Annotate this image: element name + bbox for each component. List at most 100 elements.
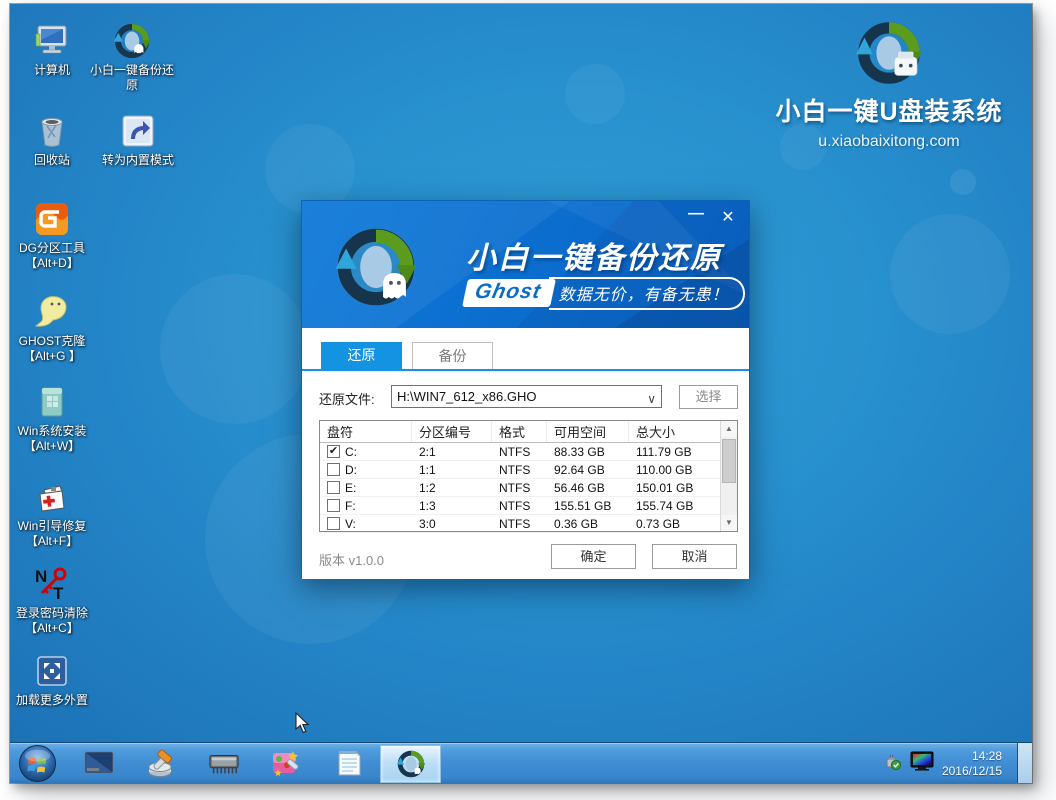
display-settings-icon[interactable] [83, 748, 115, 779]
partition-id: 1:3 [412, 499, 492, 513]
checkbox[interactable] [327, 463, 340, 476]
drive-letter: D: [345, 463, 357, 477]
desktop-icon-label: 登录密码清除【Alt+C】 [10, 606, 94, 636]
xiaobai-backup-icon [113, 22, 151, 60]
partition-table-grid: 盘符 分区编号 格式 可用空间 总大小 ✔C: 2:1 NTFS 88.33 G… [320, 421, 721, 533]
version-text: 版本 v1.0.0 [319, 550, 384, 569]
bokeh-circle [160, 274, 310, 424]
recycle-bin-icon [33, 112, 71, 150]
table-row[interactable]: V: 3:0 NTFS 0.36 GB 0.73 GB [320, 515, 721, 533]
chevron-down-icon[interactable]: ∨ [647, 389, 656, 408]
memory-chip-icon[interactable] [208, 748, 240, 779]
table-row[interactable]: F: 1:3 NTFS 155.51 GB 155.74 GB [320, 497, 721, 515]
desktop-icon-label: 转为内置模式 [90, 153, 186, 168]
checkbox[interactable] [327, 499, 340, 512]
close-icon[interactable]: ✕ [717, 207, 739, 229]
total-size: 0.73 GB [629, 517, 721, 531]
password-clear-icon: NT [33, 565, 71, 603]
dialog-banner: 小白一键备份还原 Ghost 数据无价，有备无患！ — ✕ [302, 201, 749, 328]
table-row[interactable]: ✔C: 2:1 NTFS 88.33 GB 111.79 GB [320, 443, 721, 461]
dialog-content: 还原 备份 还原文件: H:\WIN7_612_x86.GHO ∨ 选择 盘符 [302, 328, 749, 579]
col-header-partition[interactable]: 分区编号 [412, 421, 492, 442]
desktop-icon-label: Win系统安装【Alt+W】 [10, 424, 94, 454]
win-install-icon [33, 383, 71, 421]
drive-letter: E: [345, 481, 356, 495]
desktop-icon-label: 计算机 [10, 63, 94, 78]
free-space: 155.51 GB [547, 499, 629, 513]
desktop-icon-xiaobai-backup[interactable]: 小白一键备份还原 [90, 22, 174, 93]
desktop-icon-win-install[interactable]: Win系统安装【Alt+W】 [10, 383, 94, 454]
bokeh-circle [950, 169, 976, 195]
notepad-icon[interactable] [333, 748, 365, 779]
desktop-icon-recycle-bin[interactable]: 回收站 [10, 112, 94, 168]
table-row[interactable]: E: 1:2 NTFS 56.46 GB 150.01 GB [320, 479, 721, 497]
format: NTFS [492, 517, 547, 531]
desktop-icon-password-clear[interactable]: NT 登录密码清除【Alt+C】 [10, 565, 94, 636]
tab-backup[interactable]: 备份 [412, 342, 493, 369]
desktop-icon-computer[interactable]: 计算机 [10, 22, 94, 78]
desktop-icon-boot-repair[interactable]: Win引导修复【Alt+F】 [10, 478, 94, 549]
bokeh-circle [565, 64, 625, 124]
checkbox[interactable]: ✔ [327, 445, 340, 458]
mouse-cursor [295, 712, 310, 734]
xiaobai-usb-logo-icon [854, 18, 924, 88]
tab-restore[interactable]: 还原 [321, 342, 402, 369]
free-space: 56.46 GB [547, 481, 629, 495]
brand-block: 小白一键U盘装系统 u.xiaobaixitong.com [764, 18, 1014, 151]
checkbox[interactable] [327, 517, 340, 530]
brand-url: u.xiaobaixitong.com [764, 133, 1014, 151]
col-header-total[interactable]: 总大小 [629, 421, 721, 442]
clock-time: 14:28 [942, 749, 1002, 764]
desktop-background: 计算机 小白一键备份还原 回收站 转为内置模式 DG分区工具【Alt+D】 [10, 4, 1032, 742]
table-header-row: 盘符 分区编号 格式 可用空间 总大小 [320, 421, 721, 443]
desktop-icon-diskgenius[interactable]: DG分区工具【Alt+D】 [10, 200, 94, 271]
ghost-slogan-row: Ghost 数据无价，有备无患！ [465, 277, 745, 309]
minimize-icon[interactable]: — [685, 207, 707, 229]
load-more-icon [33, 652, 71, 690]
system-tray: 14:28 2016/12/15 [882, 743, 1002, 783]
display-color-icon[interactable] [910, 751, 934, 776]
desktop-icon-load-more[interactable]: 加载更多外置 [10, 652, 94, 708]
table-scrollbar[interactable]: ▲ ▼ [720, 421, 737, 531]
col-header-free[interactable]: 可用空间 [547, 421, 629, 442]
start-button[interactable] [18, 744, 57, 783]
slogan-text: 数据无价，有备无患！ [549, 277, 745, 310]
disk-cleanup-icon[interactable] [146, 748, 178, 779]
scroll-down-icon[interactable]: ▼ [721, 515, 737, 531]
usb-safely-remove-icon[interactable] [882, 751, 902, 776]
scrollbar-thumb[interactable] [722, 439, 736, 483]
col-header-format[interactable]: 格式 [492, 421, 547, 442]
checkbox[interactable] [327, 481, 340, 494]
svg-text:N: N [35, 567, 47, 586]
select-file-button[interactable]: 选择 [679, 385, 738, 409]
diskgenius-icon [33, 200, 71, 238]
show-desktop-button[interactable] [1017, 743, 1032, 783]
total-size: 150.01 GB [629, 481, 721, 495]
format: NTFS [492, 499, 547, 513]
desktop-icon-ghost-clone[interactable]: GHOST克隆【Alt+G 】 [10, 293, 94, 364]
restore-file-combobox[interactable]: H:\WIN7_612_x86.GHO ∨ [391, 385, 662, 408]
tweak-tool-icon[interactable] [270, 748, 302, 779]
cancel-button[interactable]: 取消 [652, 544, 737, 569]
drive-letter: F: [345, 499, 356, 513]
format: NTFS [492, 445, 547, 459]
window-controls: — ✕ [685, 207, 739, 229]
col-header-drive[interactable]: 盘符 [320, 421, 412, 442]
desktop-icon-label: 加载更多外置 [10, 693, 94, 708]
taskbar: 14:28 2016/12/15 [10, 742, 1032, 783]
ghost-badge: Ghost [462, 279, 556, 307]
table-row[interactable]: D: 1:1 NTFS 92.64 GB 110.00 GB [320, 461, 721, 479]
desktop-icon-label: DG分区工具【Alt+D】 [10, 241, 94, 271]
taskbar-clock[interactable]: 14:28 2016/12/15 [942, 749, 1002, 779]
scroll-up-icon[interactable]: ▲ [721, 421, 737, 437]
partition-id: 2:1 [412, 445, 492, 459]
free-space: 92.64 GB [547, 463, 629, 477]
desktop-icon-switch-mode[interactable]: 转为内置模式 [90, 112, 186, 168]
desktop-icon-label: GHOST克隆【Alt+G 】 [10, 334, 94, 364]
ok-button[interactable]: 确定 [551, 544, 636, 569]
screen: 计算机 小白一键备份还原 回收站 转为内置模式 DG分区工具【Alt+D】 [10, 4, 1032, 783]
boot-repair-icon [33, 478, 71, 516]
tab-bar: 还原 备份 [302, 342, 749, 369]
dialog-title: 小白一键备份还原 [466, 233, 722, 277]
taskbar-active-app[interactable] [380, 745, 441, 783]
